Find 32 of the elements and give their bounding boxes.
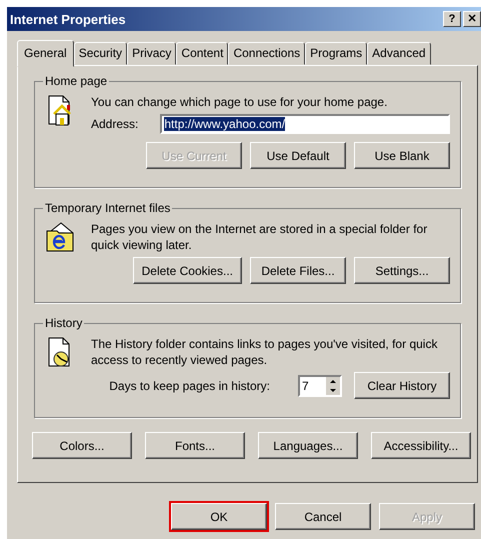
tab[interactable]: Privacy <box>127 42 176 65</box>
title-bar-button[interactable]: ✕ <box>463 11 481 27</box>
dialog-button[interactable]: Cancel <box>275 503 371 530</box>
address-label: Address: <box>91 117 138 131</box>
tab[interactable]: Content <box>176 42 228 65</box>
description-text: Pages you view on the Internet are stored in a special folder for quick viewing later. <box>91 221 428 253</box>
push-button[interactable]: Delete Files... <box>250 257 346 284</box>
push-button[interactable]: Settings... <box>354 257 450 284</box>
group-title: Temporary Internet files <box>44 201 172 215</box>
group-title: Home page <box>44 74 108 88</box>
push-button[interactable]: Use Blank <box>354 142 450 169</box>
push-button[interactable]: Use Default <box>250 142 346 169</box>
description-text: You can change which page to use for your home page. <box>91 94 388 110</box>
days-spinbox[interactable]: 7 <box>298 374 342 396</box>
tab[interactable]: General <box>17 40 74 67</box>
tab[interactable]: Advanced <box>367 42 431 65</box>
push-button[interactable]: Languages... <box>258 432 358 459</box>
push-button[interactable]: Delete Cookies... <box>132 257 242 284</box>
push-button[interactable]: Clear History <box>354 372 450 399</box>
dialog-button[interactable]: OK <box>171 503 267 530</box>
address-field[interactable]: http://www.yahoo.com/ <box>160 114 450 134</box>
push-button[interactable]: Accessibility... <box>371 432 471 459</box>
tab[interactable]: Connections <box>228 42 306 65</box>
description-text: The History folder contains links to pages you've visited, for quick access to recently viewed pages. <box>91 336 438 368</box>
tab[interactable]: Programs <box>305 42 368 65</box>
window-title: Internet Properties <box>10 12 126 26</box>
push-button[interactable]: Fonts... <box>145 432 245 459</box>
push-button[interactable]: Colors... <box>32 432 132 459</box>
days-label: Days to keep pages in history: <box>109 378 270 392</box>
tab[interactable]: Security <box>74 42 128 65</box>
group-title: History <box>44 316 84 330</box>
title-bar-button[interactable]: ? <box>443 11 461 27</box>
